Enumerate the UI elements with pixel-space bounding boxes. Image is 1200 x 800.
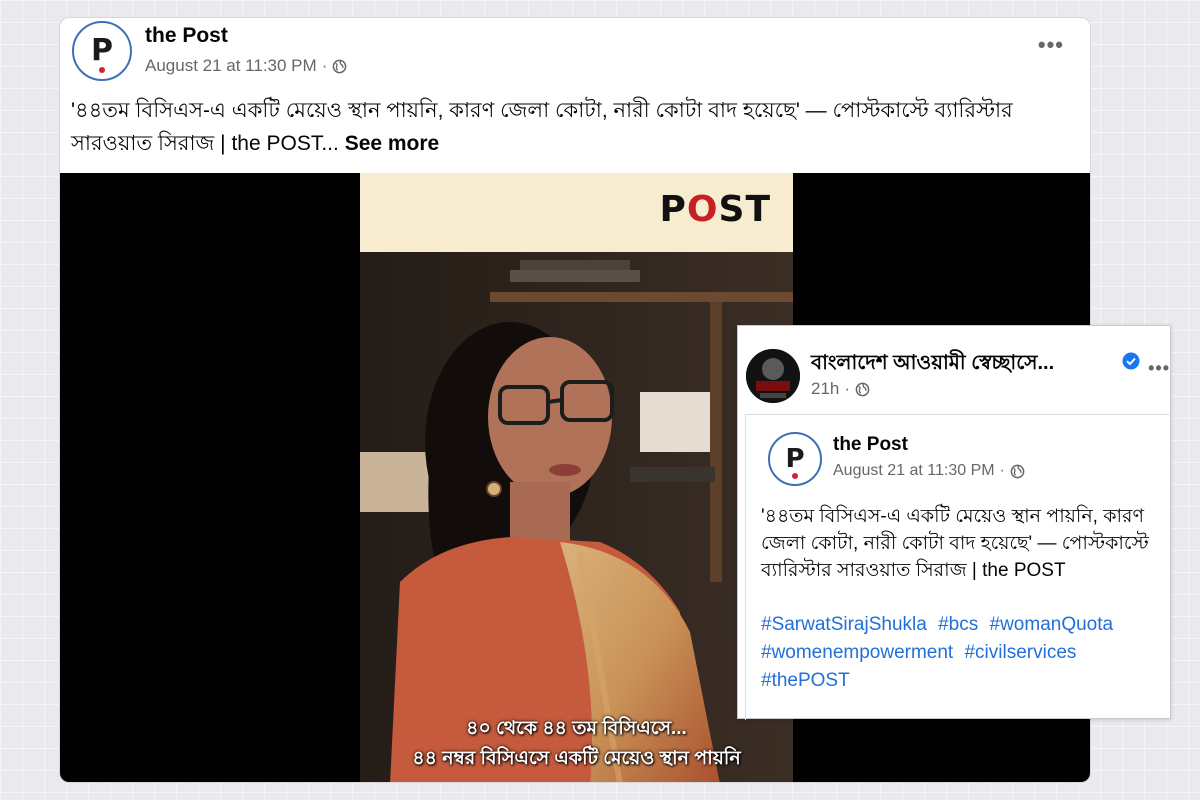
video-still-image bbox=[360, 252, 793, 782]
hashtag-link[interactable]: #bcs bbox=[938, 614, 978, 635]
share-meta: 21h · bbox=[811, 379, 870, 399]
video-caption-line2: ৪৪ নম্বর বিসিএসে একটি মেয়েও স্থান পায়ন… bbox=[412, 748, 741, 769]
meta-separator: · bbox=[844, 379, 851, 398]
post-logo-icon: P bbox=[785, 446, 805, 479]
video-banner: POST bbox=[360, 173, 793, 252]
globe-icon bbox=[1010, 464, 1025, 478]
page-name[interactable]: the Post bbox=[145, 24, 228, 48]
inner-page-avatar[interactable]: P bbox=[768, 432, 822, 486]
meta-separator: · bbox=[999, 462, 1005, 479]
shared-post-card: বাংলাদেশ আওয়ামী স্বেচ্ছাসে... ••• 21h ·… bbox=[737, 325, 1172, 720]
hashtag-link[interactable]: #SarwatSirajShukla bbox=[761, 614, 927, 635]
share-time[interactable]: 21h bbox=[811, 379, 839, 399]
hashtag-link[interactable]: #womenempowerment bbox=[761, 642, 953, 663]
verified-icon bbox=[1122, 352, 1140, 370]
meta-separator: · bbox=[321, 56, 328, 75]
inner-post-text: '৪৪তম বিসিএস-এ একটি মেয়েও স্থান পায়নি,… bbox=[761, 506, 1149, 581]
see-more-link[interactable]: See more bbox=[345, 132, 440, 155]
page-avatar[interactable]: P bbox=[72, 21, 132, 81]
video-frame[interactable]: POST ৪০ থেকে ৪৪ তম বিসিএসে... ৪৪ নম্বর ব… bbox=[360, 173, 793, 782]
inner-page-name[interactable]: the Post bbox=[833, 434, 908, 456]
post-text: '৪৪তম বিসিএস-এ একটি মেয়েও স্থান পায়নি,… bbox=[71, 94, 1081, 160]
hashtag-link[interactable]: #thePOST bbox=[761, 670, 850, 691]
hashtag-link[interactable]: #civilservices bbox=[964, 642, 1076, 663]
sharer-avatar-image bbox=[746, 349, 800, 403]
post-body: '৪৪তম বিসিএস-এ একটি মেয়েও স্থান পায়নি,… bbox=[71, 99, 1013, 155]
globe-icon bbox=[333, 59, 347, 73]
sharer-name[interactable]: বাংলাদেশ আওয়ামী স্বেচ্ছাসে... bbox=[811, 348, 1054, 381]
more-options-icon[interactable]: ••• bbox=[1038, 32, 1064, 58]
hashtag-list: #SarwatSirajShukla #bcs #womanQuota #wom… bbox=[761, 611, 1166, 695]
embedded-original-post[interactable]: P the Post August 21 at 11:30 PM · '৪৪তম… bbox=[745, 414, 1172, 720]
post-logo-icon: P bbox=[91, 36, 113, 73]
globe-icon bbox=[855, 382, 870, 396]
inner-post-meta: August 21 at 11:30 PM · bbox=[833, 462, 1025, 480]
hashtag-link[interactable]: #womanQuota bbox=[990, 614, 1114, 635]
inner-timestamp[interactable]: August 21 at 11:30 PM bbox=[833, 462, 995, 480]
video-caption-line1: ৪০ থেকে ৪৪ তম বিসিএসে... bbox=[466, 718, 687, 739]
post-meta: August 21 at 11:30 PM · bbox=[145, 56, 347, 76]
sharer-avatar[interactable] bbox=[746, 349, 800, 403]
more-options-icon[interactable]: ••• bbox=[1148, 358, 1170, 379]
post-brand-logo: POST bbox=[659, 189, 771, 230]
post-timestamp[interactable]: August 21 at 11:30 PM bbox=[145, 56, 317, 76]
